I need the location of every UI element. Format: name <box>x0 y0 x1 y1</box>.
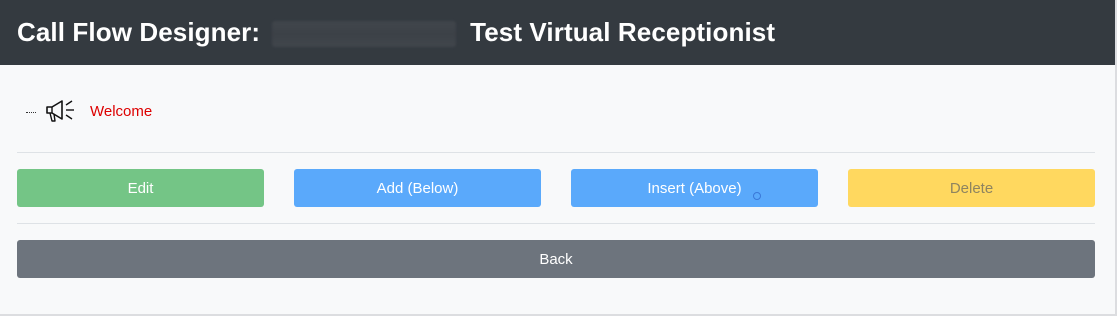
call-flow-tree: Welcome <box>26 96 152 126</box>
page-header: Call Flow Designer: Test Virtual Receptio… <box>0 0 1115 65</box>
delete-button[interactable]: Delete <box>848 169 1095 207</box>
insert-above-button[interactable]: Insert (Above) <box>571 169 818 207</box>
redacted-account-name <box>272 21 457 48</box>
page-title: Call Flow Designer: Test Virtual Receptio… <box>17 17 775 48</box>
tree-node-welcome[interactable]: Welcome <box>90 103 152 120</box>
divider <box>17 223 1095 224</box>
mouse-cursor-indicator <box>753 192 761 200</box>
page-frame: Call Flow Designer: Test Virtual Receptio… <box>0 0 1117 316</box>
tree-connector <box>26 111 36 113</box>
edit-button[interactable]: Edit <box>17 169 264 207</box>
title-suffix: Test Virtual Receptionist <box>470 17 776 47</box>
back-button[interactable]: Back <box>17 240 1095 278</box>
divider <box>17 152 1095 153</box>
title-prefix: Call Flow Designer: <box>17 17 261 47</box>
megaphone-icon[interactable] <box>44 98 78 124</box>
add-below-button[interactable]: Add (Below) <box>294 169 541 207</box>
